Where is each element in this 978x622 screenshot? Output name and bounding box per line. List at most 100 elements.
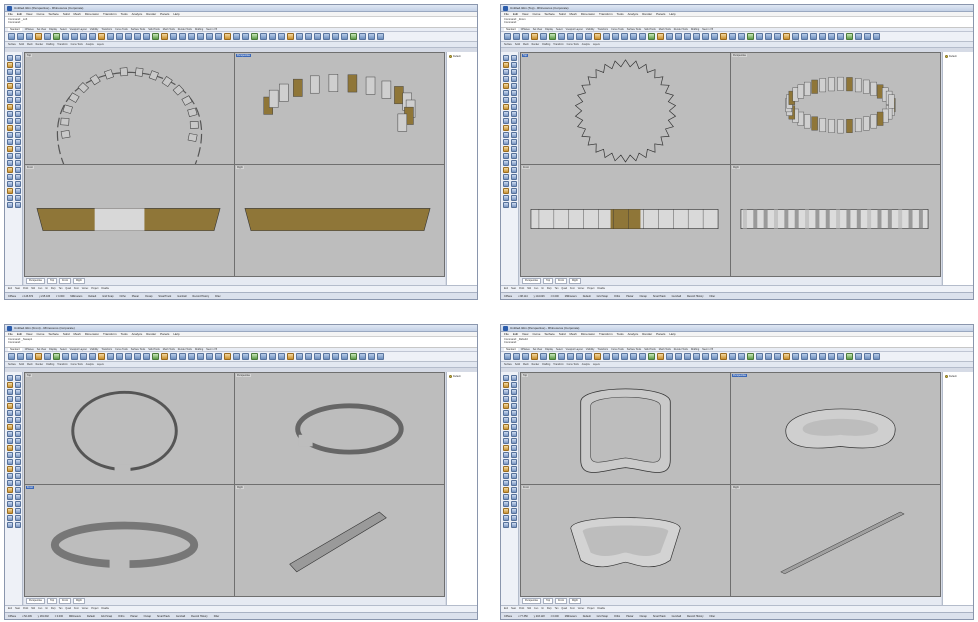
toolbar-tab[interactable]: Visibility xyxy=(90,348,99,351)
status-item[interactable]: Gumball xyxy=(177,295,186,298)
toolbar-tool-icon[interactable] xyxy=(711,353,718,360)
side-tool-icon[interactable] xyxy=(7,111,13,117)
toolbar-tool-icon[interactable] xyxy=(747,353,754,360)
side-tool-icon[interactable] xyxy=(15,382,21,388)
side-tool-icon[interactable] xyxy=(511,473,517,479)
side-tool-icon[interactable] xyxy=(511,160,517,166)
osnap-checkbox[interactable]: Knot xyxy=(570,608,575,610)
toolbar-tool-icon[interactable] xyxy=(675,33,682,40)
toolbar-tool-icon[interactable] xyxy=(188,353,195,360)
toolbar-tab[interactable]: Drafting xyxy=(691,28,699,31)
toolbar-tool-icon[interactable] xyxy=(720,33,727,40)
side-tool-icon[interactable] xyxy=(7,104,13,110)
side-tool-icon[interactable] xyxy=(511,90,517,96)
sub-toolbar-tab[interactable]: Curve Tools xyxy=(71,42,83,47)
sub-toolbar-tab[interactable]: Surface xyxy=(8,362,16,367)
toolbar-tool-icon[interactable] xyxy=(359,353,366,360)
viewport-label[interactable]: Perspective xyxy=(236,54,252,57)
toolbar-tool-icon[interactable] xyxy=(287,33,294,40)
viewport-right[interactable]: Right xyxy=(731,165,940,276)
side-tool-icon[interactable] xyxy=(511,153,517,159)
toolbar-tool-icon[interactable] xyxy=(152,353,159,360)
status-item[interactable]: Gumball xyxy=(672,615,681,618)
toolbar-tool-icon[interactable] xyxy=(630,33,637,40)
side-tool-icon[interactable] xyxy=(15,125,21,131)
toolbar-tool-icon[interactable] xyxy=(233,33,240,40)
menu-item[interactable]: Tools xyxy=(121,332,128,336)
toolbar-tool-icon[interactable] xyxy=(504,33,511,40)
side-tool-icon[interactable] xyxy=(7,69,13,75)
osnap-checkbox[interactable]: Perp xyxy=(547,608,552,610)
toolbar-tab[interactable]: New in V5 xyxy=(702,28,713,31)
side-tool-icon[interactable] xyxy=(15,480,21,486)
side-tool-icon[interactable] xyxy=(503,195,509,201)
side-tool-icon[interactable] xyxy=(15,160,21,166)
command-history[interactable]: Command: _Sweep1 Command: xyxy=(5,337,477,348)
toolbar-tool-icon[interactable] xyxy=(864,33,871,40)
toolbar-tab[interactable]: Curve Tools xyxy=(115,348,128,351)
osnap-checkbox[interactable]: End xyxy=(504,288,508,290)
menu-item[interactable]: Solid xyxy=(63,332,70,336)
toolbar-tool-icon[interactable] xyxy=(305,33,312,40)
side-tool-icon[interactable] xyxy=(7,445,13,451)
toolbar-tool-icon[interactable] xyxy=(350,353,357,360)
status-item[interactable]: Ortho xyxy=(614,295,620,298)
osnap-checkbox[interactable]: Mid xyxy=(527,288,531,290)
viewport-tab[interactable]: Top xyxy=(47,598,58,604)
side-tool-icon[interactable] xyxy=(7,125,13,131)
menu-item[interactable]: File xyxy=(504,12,509,16)
toolbar-tool-icon[interactable] xyxy=(8,353,15,360)
toolbar-tool-icon[interactable] xyxy=(26,353,33,360)
toolbar-tool-icon[interactable] xyxy=(603,33,610,40)
toolbar-tool-icon[interactable] xyxy=(143,353,150,360)
osnap-checkbox[interactable]: Near xyxy=(15,288,20,290)
side-tool-icon[interactable] xyxy=(15,146,21,152)
viewport-tab[interactable]: Top xyxy=(543,598,554,604)
toolbar-tool-icon[interactable] xyxy=(513,33,520,40)
side-tool-icon[interactable] xyxy=(503,494,509,500)
toolbar-tool-icon[interactable] xyxy=(35,353,42,360)
osnap-checkbox[interactable]: Near xyxy=(511,288,516,290)
side-tool-icon[interactable] xyxy=(503,97,509,103)
side-tool-icon[interactable] xyxy=(15,508,21,514)
viewport-top[interactable]: Top xyxy=(25,373,234,484)
toolbar-tab[interactable]: Render Tools xyxy=(674,28,688,31)
side-tool-icon[interactable] xyxy=(511,167,517,173)
toolbar-tab[interactable]: Solid Tools xyxy=(644,348,656,351)
toolbar-tool-icon[interactable] xyxy=(251,33,258,40)
sub-toolbar-tab[interactable]: Solid xyxy=(19,362,24,367)
side-tool-icon[interactable] xyxy=(503,410,509,416)
toolbar-tool-icon[interactable] xyxy=(801,33,808,40)
side-tool-icon[interactable] xyxy=(511,83,517,89)
sub-toolbar-tab[interactable]: Surface xyxy=(504,362,512,367)
sub-toolbar-tab[interactable]: Analyze xyxy=(582,42,590,47)
side-tool-icon[interactable] xyxy=(15,396,21,402)
osnap-checkbox[interactable]: Mid xyxy=(31,288,35,290)
toolbar-tool-icon[interactable] xyxy=(197,353,204,360)
side-tool-icon[interactable] xyxy=(503,508,509,514)
toolbar-tab[interactable]: Render Tools xyxy=(674,348,688,351)
toolbar-tool-icon[interactable] xyxy=(873,33,880,40)
viewport-perspective[interactable]: Perspective xyxy=(731,53,940,164)
osnap-checkbox[interactable]: Perp xyxy=(51,288,56,290)
side-tool-icon[interactable] xyxy=(7,501,13,507)
status-item[interactable]: Planar xyxy=(132,295,139,298)
toolbar-tool-icon[interactable] xyxy=(801,353,808,360)
side-tool-icon[interactable] xyxy=(511,494,517,500)
toolbar-tab[interactable]: New in V5 xyxy=(702,348,713,351)
toolbar-tab[interactable]: Select xyxy=(60,348,67,351)
menu-item[interactable]: Transform xyxy=(599,332,613,336)
toolbar-tool-icon[interactable] xyxy=(558,353,565,360)
toolbar-tool-icon[interactable] xyxy=(350,33,357,40)
toolbar-tool-icon[interactable] xyxy=(152,33,159,40)
toolbar-tab[interactable]: Viewport Layout xyxy=(566,28,583,31)
toolbar-tool-icon[interactable] xyxy=(783,353,790,360)
status-item[interactable]: Default xyxy=(583,615,591,618)
toolbar-tab[interactable]: Visibility xyxy=(586,348,595,351)
side-tool-icon[interactable] xyxy=(15,515,21,521)
side-tool-icon[interactable] xyxy=(503,118,509,124)
menu-item[interactable]: Solid xyxy=(63,12,70,16)
side-tool-icon[interactable] xyxy=(7,160,13,166)
toolbar-tab[interactable]: Select xyxy=(556,348,563,351)
side-tool-icon[interactable] xyxy=(15,202,21,208)
